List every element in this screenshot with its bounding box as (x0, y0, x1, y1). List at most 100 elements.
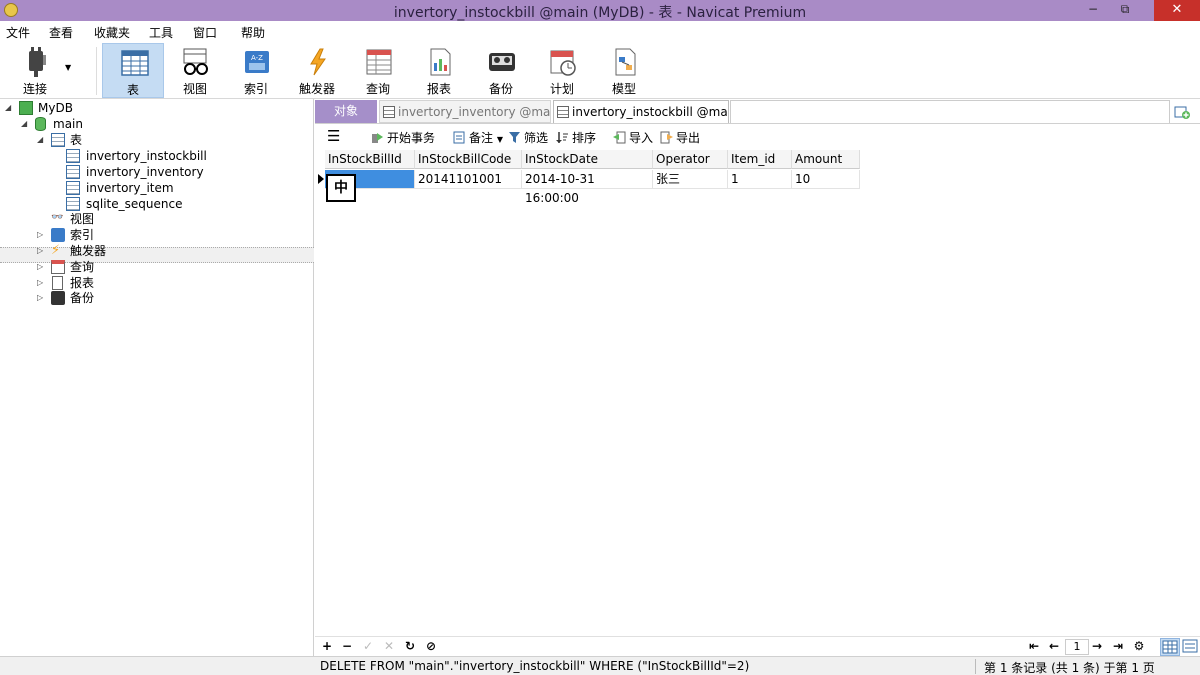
lightning-icon (310, 48, 326, 76)
begin-transaction-button[interactable]: 开始事务 (371, 129, 435, 146)
tree-label: 索引 (70, 228, 95, 242)
menu-bar: 文件 查看 收藏夹 工具 窗口 帮助 (0, 21, 1200, 43)
last-sql-statement: DELETE FROM "main"."invertory_instockbil… (320, 659, 750, 673)
column-header-operator[interactable]: Operator (653, 150, 728, 169)
column-header-instockbillid[interactable]: InStockBillId (325, 150, 415, 169)
connect-label: 连接 (22, 82, 47, 96)
expand-icon[interactable]: ▷ (37, 290, 47, 306)
model-label: 模型 (611, 82, 636, 96)
column-header-item-id[interactable]: Item_id (728, 150, 792, 169)
expand-icon[interactable]: ▷ (37, 275, 47, 291)
export-label: 导出 (676, 131, 701, 145)
connect-dropdown-icon[interactable]: ▼ (65, 63, 71, 72)
table-cell[interactable]: 20141101001 (415, 170, 522, 189)
page-number-input[interactable]: 1 (1065, 639, 1089, 655)
sort-button[interactable]: 排序 (556, 129, 596, 146)
table-cell[interactable]: 1 (728, 170, 792, 189)
query-icon (51, 260, 65, 274)
menu-favorites[interactable]: 收藏夹 (94, 24, 130, 41)
tree-label: 备份 (70, 291, 95, 305)
close-button[interactable]: ✕ (1154, 0, 1200, 21)
tree-label: MyDB (38, 101, 73, 115)
table-label: 表 (126, 83, 139, 97)
column-header-instockbillcode[interactable]: InStockBillCode (415, 150, 522, 169)
schedule-button[interactable]: 计划 (531, 43, 593, 98)
memo-label: 备注 (469, 131, 494, 145)
stop-button[interactable]: ⊘ (423, 639, 439, 653)
column-header-amount[interactable]: Amount (792, 150, 860, 169)
table-icon (66, 165, 80, 179)
table-button[interactable]: 表 (102, 43, 164, 98)
refresh-button[interactable]: ↻ (402, 639, 418, 653)
window-title: invertory_instockbill @main (MyDB) - 表 -… (393, 5, 807, 21)
settings-gear-icon[interactable]: ⚙ (1131, 639, 1147, 653)
tab-label: invertory_inventory @main (... (398, 105, 551, 119)
menu-window[interactable]: 窗口 (193, 24, 217, 41)
query-icon (366, 49, 392, 75)
index-button[interactable]: A-Z 索引 (225, 43, 287, 98)
table-cell[interactable]: 2014-10-31 16:00:00 (522, 170, 653, 205)
filter-label: 筛选 (524, 131, 549, 145)
filter-icon (509, 132, 520, 143)
backup-icon (489, 53, 515, 71)
menu-view[interactable]: 查看 (49, 24, 73, 41)
connect-button[interactable]: ▼ 连接 (5, 43, 75, 98)
ime-indicator: 中 (326, 174, 356, 202)
query-button[interactable]: 查询 (347, 43, 409, 98)
prev-page-button[interactable]: ← (1046, 639, 1062, 653)
form-view-button[interactable] (1181, 638, 1200, 656)
memo-button[interactable]: 备注 ▼ (453, 129, 503, 146)
model-button[interactable]: 模型 (593, 43, 655, 98)
table-icon (383, 106, 395, 118)
discard-changes-button[interactable]: ✕ (381, 639, 397, 653)
expand-icon[interactable]: ▷ (37, 227, 47, 243)
tab-invertory-instockbill[interactable]: invertory_instockbill @main ... (553, 100, 729, 123)
last-page-button[interactable]: ⇥ (1110, 639, 1126, 653)
table-cell[interactable]: 张三 (653, 170, 728, 189)
grid-nav-bar: + − ✓ ✕ ↻ ⊘ ⇤ ← 1 → ⇥ ⚙ (315, 636, 1200, 656)
tab-empty-area (730, 100, 1170, 123)
filter-button[interactable]: 筛选 (508, 129, 548, 146)
hamburger-menu-icon[interactable]: ☰ (327, 127, 340, 145)
delete-record-button[interactable]: − (339, 639, 355, 653)
menu-tools[interactable]: 工具 (149, 24, 173, 41)
next-page-button[interactable]: → (1089, 639, 1105, 653)
status-bar: DELETE FROM "main"."invertory_instockbil… (0, 656, 1200, 675)
new-table-icon[interactable] (1174, 104, 1190, 120)
maximize-button[interactable]: ⧉ (1110, 0, 1140, 21)
tree-label: 触发器 (70, 244, 107, 258)
menu-help[interactable]: 帮助 (241, 24, 265, 41)
minimize-button[interactable]: − (1078, 0, 1108, 21)
tab-objects[interactable]: 对象 (315, 100, 377, 123)
tab-invertory-inventory[interactable]: invertory_inventory @main (... (379, 100, 551, 123)
grid-view-button[interactable] (1160, 638, 1180, 656)
collapse-icon[interactable]: ◢ (21, 116, 31, 132)
view-label: 视图 (182, 82, 207, 96)
import-button[interactable]: 导入 (613, 129, 653, 146)
export-button[interactable]: 导出 (660, 129, 700, 146)
report-button[interactable]: 报表 (408, 43, 470, 98)
view-button[interactable]: 视图 (164, 43, 226, 98)
collapse-icon[interactable]: ◢ (5, 100, 15, 116)
column-header-instockdate[interactable]: InStockDate (522, 150, 653, 169)
add-record-button[interactable]: + (319, 639, 335, 653)
collapse-icon[interactable]: ◢ (37, 132, 47, 148)
first-page-button[interactable]: ⇤ (1026, 639, 1042, 653)
report-icon (430, 48, 451, 76)
svg-text:A-Z: A-Z (251, 54, 263, 62)
menu-file[interactable]: 文件 (6, 24, 30, 41)
import-icon (613, 131, 626, 144)
apply-changes-button[interactable]: ✓ (360, 639, 376, 653)
table-cell[interactable]: 10 (792, 170, 860, 189)
expand-icon[interactable]: ▷ (37, 243, 47, 259)
form-view-icon (1182, 639, 1198, 653)
connection-icon (19, 101, 33, 115)
backup-button[interactable]: 备份 (470, 43, 532, 98)
trigger-button[interactable]: 触发器 (286, 43, 348, 98)
memo-dropdown-icon[interactable]: ▼ (497, 135, 503, 144)
grid-view-icon (1162, 640, 1178, 654)
expand-icon[interactable]: ▷ (37, 259, 47, 275)
trigger-label: 触发器 (298, 82, 335, 96)
import-label: 导入 (629, 131, 654, 145)
backup-icon (51, 291, 65, 305)
